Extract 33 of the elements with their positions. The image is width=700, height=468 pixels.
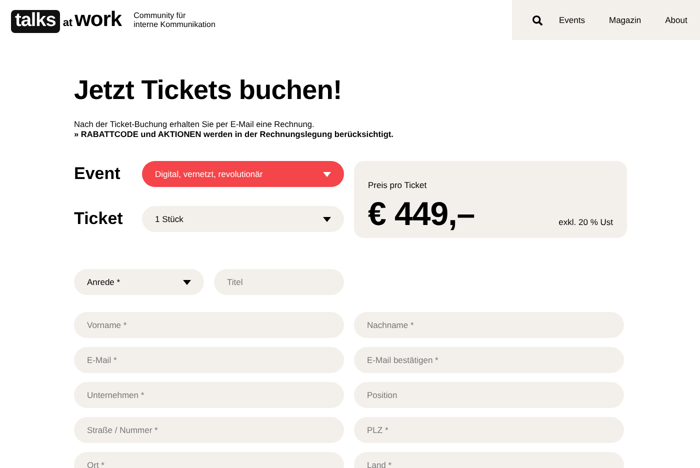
- caret-icon: [323, 216, 331, 222]
- input-field[interactable]: E-Mail *: [74, 347, 344, 373]
- salutation-dropdown[interactable]: Anrede *: [74, 269, 204, 295]
- nav-link[interactable]: Events: [559, 15, 585, 25]
- intro-text: Nach der Ticket-Buchung erhalten Sie per E-Mail eine Rechnung.: [74, 119, 316, 129]
- search-icon[interactable]: [532, 14, 543, 26]
- input-field[interactable]: Straße / Nummer *: [74, 417, 344, 443]
- input-field[interactable]: Ort *: [74, 452, 344, 468]
- input-field[interactable]: Titel: [214, 269, 344, 295]
- tax-note: exkl. 20 % Ust: [558, 217, 613, 227]
- input-field[interactable]: Vorname *: [74, 312, 344, 338]
- nav-link[interactable]: About: [665, 15, 688, 25]
- nav-link[interactable]: Magazin: [609, 15, 642, 25]
- input-field[interactable]: PLZ *: [354, 417, 624, 443]
- intro-text: » RABATTCODE und AKTIONEN werden in der Rechnungslegung berücksichtigt.: [74, 129, 394, 139]
- input-field[interactable]: Unternehmen *: [74, 382, 344, 408]
- dropdown[interactable]: 1 Stück: [142, 206, 344, 232]
- input-field[interactable]: Land *: [354, 452, 624, 468]
- page-heading: Jetzt Tickets buchen!: [74, 75, 343, 106]
- caret-icon: [323, 172, 331, 176]
- caret-icon: [183, 280, 191, 284]
- input-field[interactable]: E-Mail bestätigen *: [354, 347, 624, 373]
- price-label: Preis pro Ticket: [368, 180, 427, 190]
- tagline: Community für interne Kommunikation: [134, 11, 216, 29]
- logo-text: work: [74, 8, 122, 32]
- logo-mark[interactable]: talks: [11, 10, 60, 32]
- field-label: Event: [74, 164, 122, 184]
- price-amount: € 449,–: [368, 195, 475, 233]
- logo-text: at: [62, 16, 73, 28]
- field-label: Ticket: [74, 209, 124, 229]
- dropdown[interactable]: Digital, vernetzt, revolutionär: [142, 161, 344, 187]
- input-field[interactable]: Nachname *: [354, 312, 624, 338]
- input-field[interactable]: Position: [354, 382, 624, 408]
